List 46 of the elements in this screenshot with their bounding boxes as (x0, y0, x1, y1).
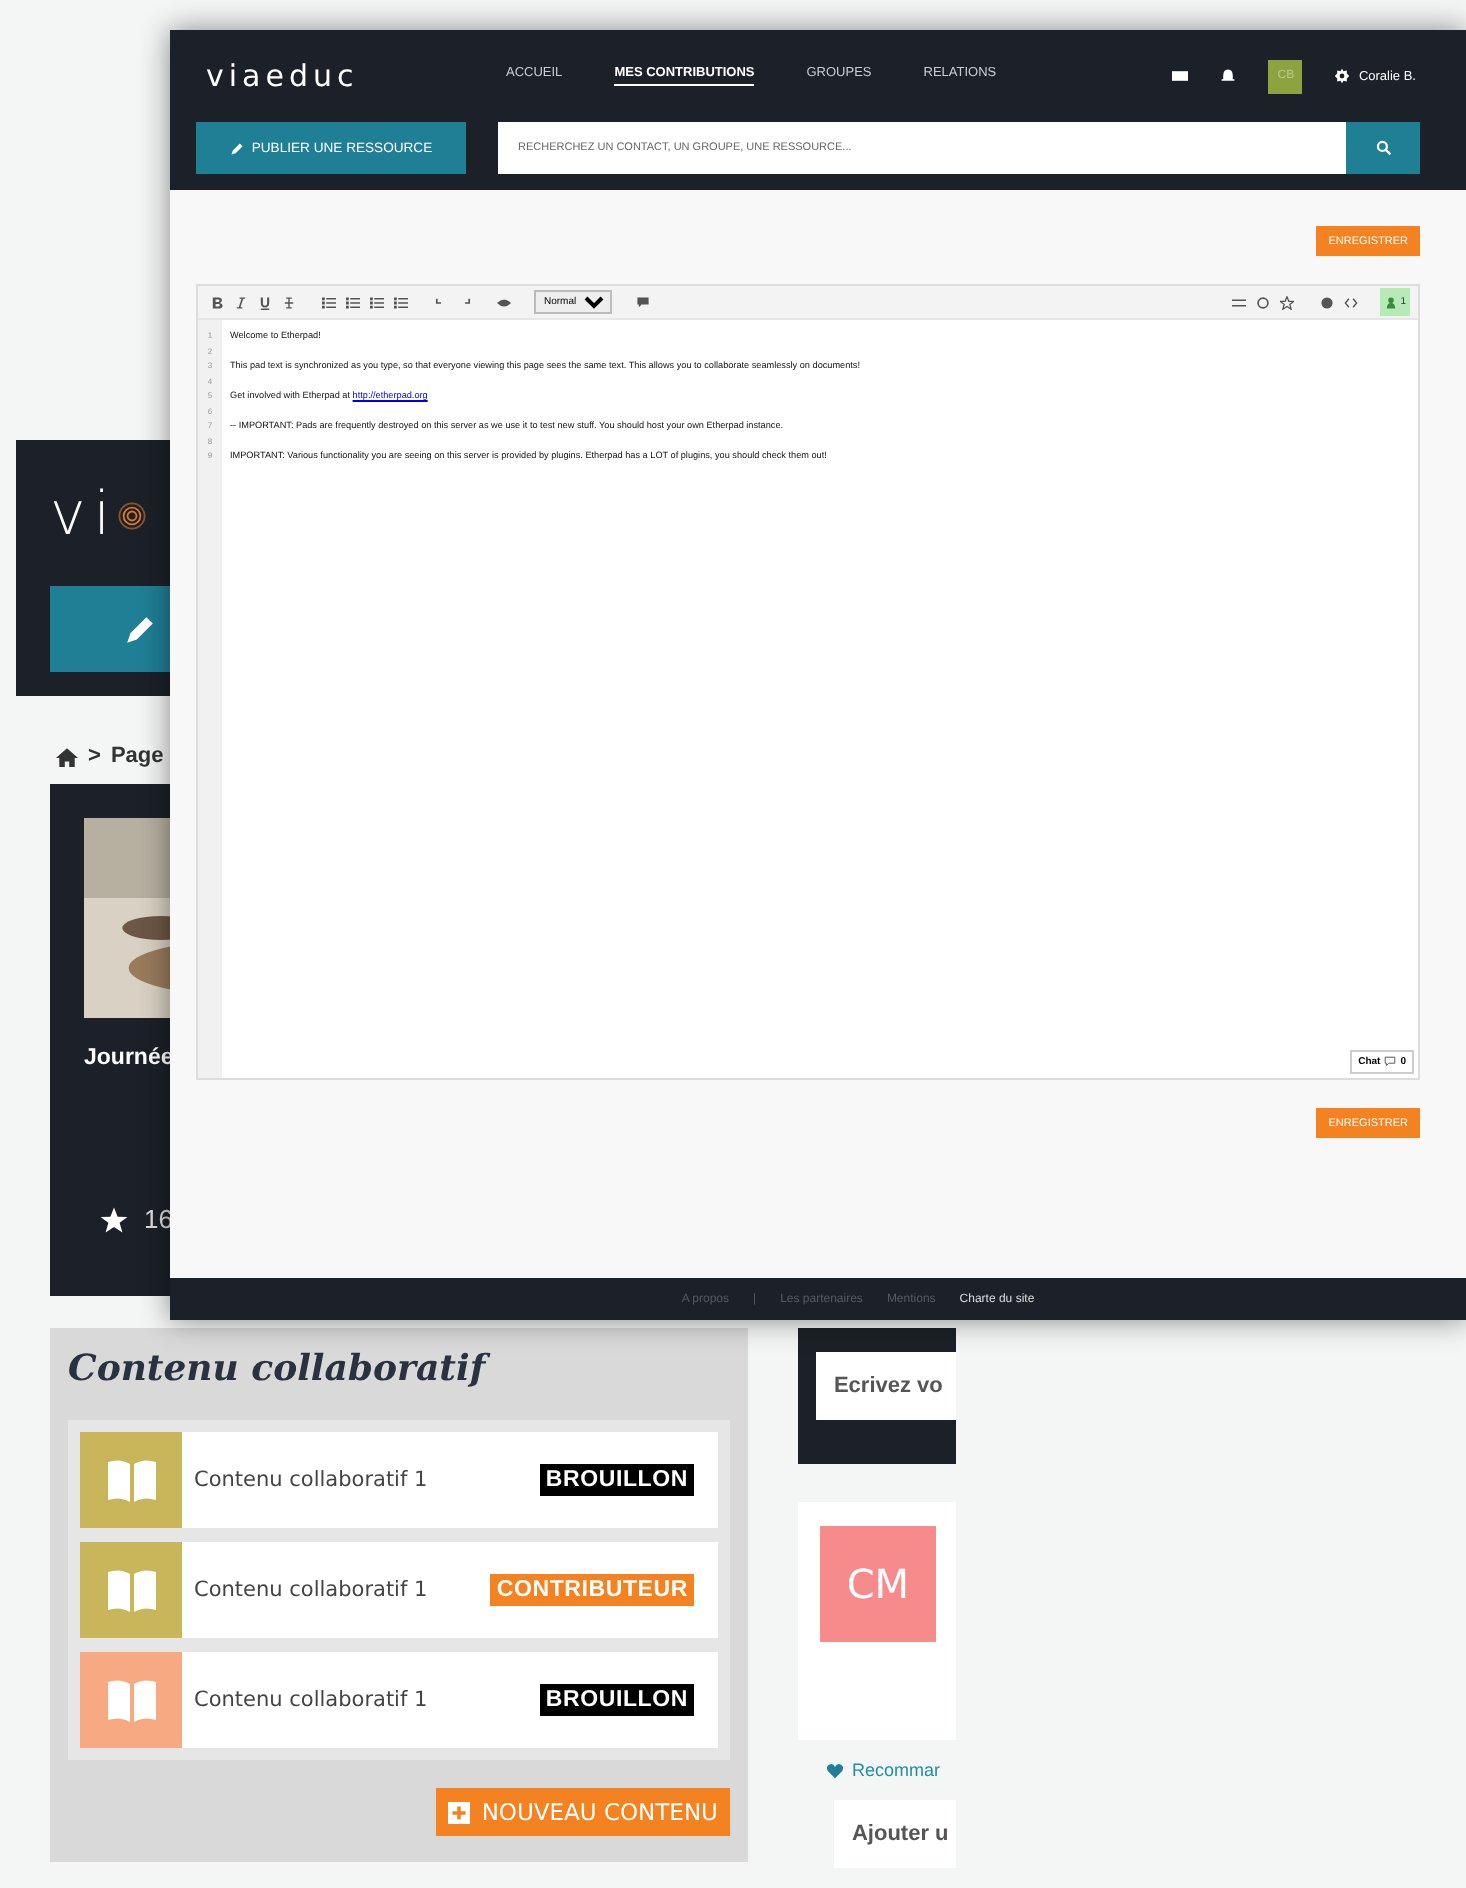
code-icon (1343, 295, 1358, 309)
book-icon (105, 1456, 157, 1504)
content-item[interactable]: Contenu collaboratif 1 BROUILLON (80, 1432, 718, 1528)
arrows-icon (1231, 295, 1246, 309)
star-icon (100, 1205, 128, 1233)
status-badge: CONTRIBUTEUR (490, 1574, 694, 1606)
italic-icon (233, 295, 247, 309)
pencil-icon (124, 613, 156, 645)
avatar: CM (819, 1526, 936, 1642)
card-title: Journée (84, 1046, 176, 1070)
comment-field[interactable]: Ecrivez vo (815, 1352, 956, 1420)
breadcrumb-separator: > (88, 744, 101, 768)
bold-icon (209, 295, 223, 309)
recommend-link[interactable]: Recommar (797, 1740, 956, 1800)
bell-icon (1220, 68, 1237, 84)
mail-icon (1172, 68, 1189, 84)
chat-icon (1384, 1056, 1397, 1068)
book-icon (105, 1676, 157, 1724)
book-icon (105, 1566, 157, 1614)
star-icon (1279, 295, 1294, 309)
ordered-list-icon (321, 295, 335, 309)
heart-icon (825, 1761, 844, 1779)
content-name: Contenu collaboratif 1 (194, 1468, 430, 1492)
users-icon (1384, 295, 1399, 309)
eye-icon (496, 295, 512, 309)
logo-text: vi (50, 480, 119, 550)
comment-icon (635, 295, 649, 309)
content-name: Contenu collaboratif 1 (194, 1688, 430, 1712)
search-icon (1375, 140, 1391, 156)
content-item[interactable]: Contenu collaboratif 1 CONTRIBUTEUR (80, 1542, 718, 1638)
home-icon (56, 745, 78, 767)
strikethrough-icon (281, 295, 295, 309)
outdent-icon (393, 295, 407, 309)
pencil-icon (229, 141, 244, 155)
underline-icon (257, 295, 271, 309)
bullet-list-icon (345, 295, 359, 309)
status-badge: BROUILLON (539, 1684, 694, 1716)
breadcrumb-link[interactable]: Page (110, 744, 164, 768)
swirl-logo-icon (118, 501, 147, 529)
status-badge: BROUILLON (539, 1464, 694, 1496)
indent-icon (369, 295, 383, 309)
panel-title: Contenu collaboratif (68, 1348, 730, 1420)
content-name: Contenu collaboratif 1 (194, 1578, 430, 1602)
add-field[interactable]: Ajouter u (833, 1800, 956, 1868)
logo-text: viaeduc (206, 58, 361, 94)
content-item[interactable]: Contenu collaboratif 1 BROUILLON (80, 1652, 718, 1748)
